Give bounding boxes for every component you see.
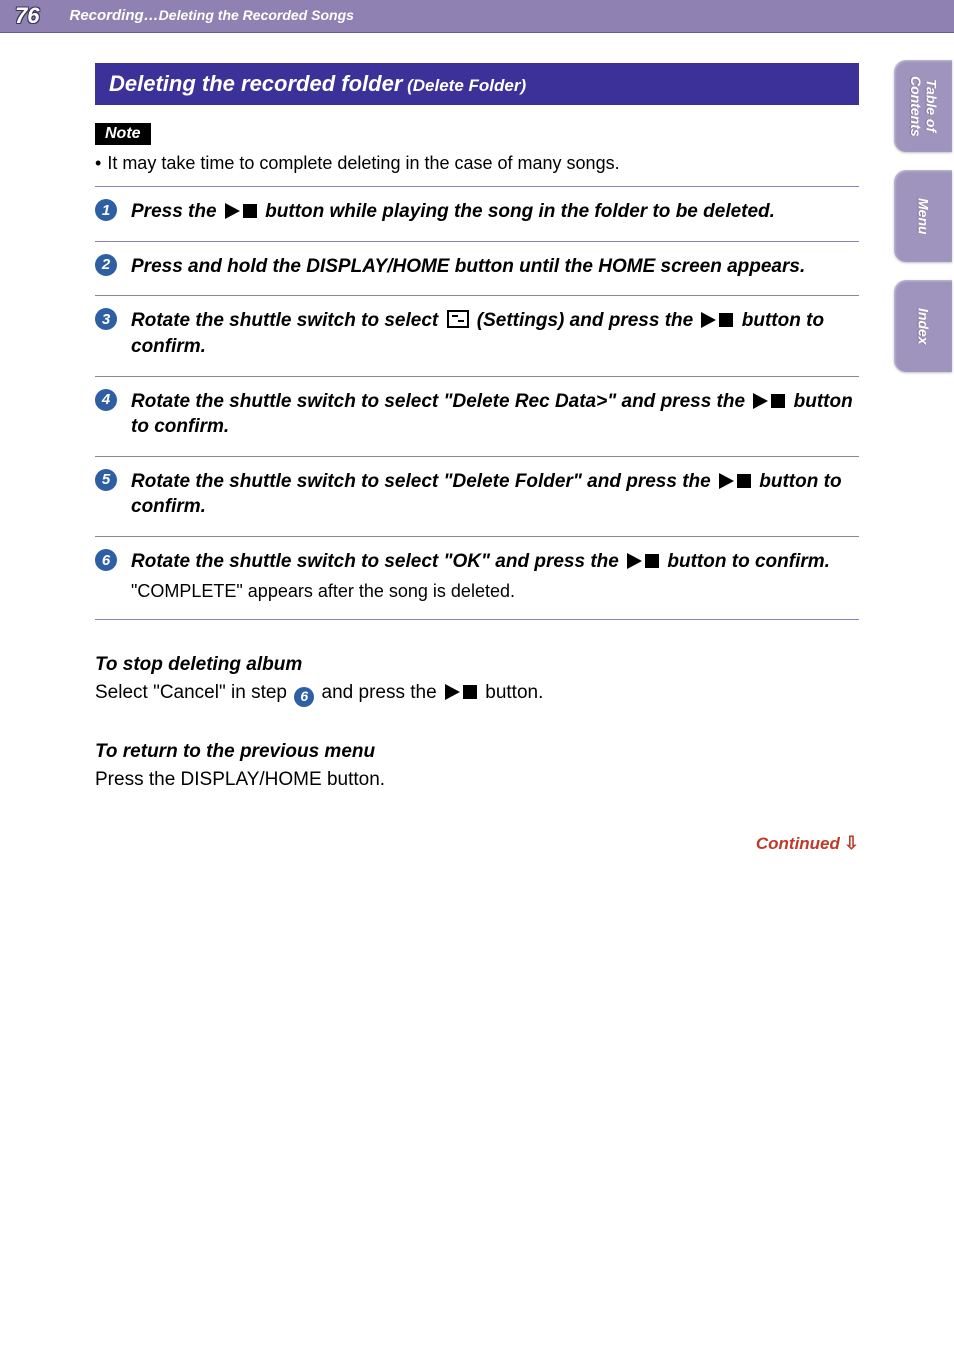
return-menu-heading: To return to the previous menu bbox=[95, 741, 859, 763]
continued-indicator: Continued⇩ bbox=[95, 833, 859, 854]
down-arrow-icon: ⇩ bbox=[844, 833, 859, 854]
tab-label: Index bbox=[915, 308, 930, 345]
settings-icon bbox=[447, 310, 469, 328]
step: 6 Rotate the shuttle switch to select "OK… bbox=[95, 537, 859, 620]
page-number: 76 bbox=[15, 3, 39, 29]
note-item: It may take time to complete deleting in… bbox=[95, 153, 859, 174]
step-number-badge: 6 bbox=[95, 549, 117, 571]
step-body: Rotate the shuttle switch to select "Del… bbox=[131, 389, 859, 440]
step-body: Press and hold the DISPLAY/HOME button u… bbox=[131, 254, 859, 280]
step-number-wrap: 2 bbox=[95, 254, 125, 276]
step-number-badge: 5 bbox=[95, 469, 117, 491]
stop-deleting-heading: To stop deleting album bbox=[95, 654, 859, 676]
play-stop-icon bbox=[753, 393, 785, 409]
tab-toc[interactable]: Table of Contents bbox=[894, 60, 952, 152]
step-number-badge: 1 bbox=[95, 199, 117, 221]
step-number-badge: 2 bbox=[95, 254, 117, 276]
step-number-badge: 4 bbox=[95, 389, 117, 411]
step: 1 Press the button while playing the song… bbox=[95, 187, 859, 242]
play-stop-icon bbox=[225, 203, 257, 219]
note-label: Note bbox=[95, 123, 151, 145]
step-list: 1 Press the button while playing the song… bbox=[95, 186, 859, 620]
tab-menu[interactable]: Menu bbox=[894, 170, 952, 262]
section-title-main: Deleting the recorded folder bbox=[109, 71, 402, 96]
step-number-badge: 3 bbox=[95, 308, 117, 330]
side-tabs: Table of Contents Menu Index bbox=[894, 60, 954, 372]
step-body: Rotate the shuttle switch to select "OK"… bbox=[131, 549, 859, 603]
step-number-wrap: 5 bbox=[95, 469, 125, 491]
stop-deleting-pre: Select "Cancel" in step bbox=[95, 682, 292, 703]
tab-label: Table of Contents bbox=[908, 60, 939, 152]
stop-deleting-body: Select "Cancel" in step 6 and press the … bbox=[95, 680, 859, 707]
step-result: "COMPLETE" appears after the song is del… bbox=[131, 579, 859, 603]
step-number-wrap: 6 bbox=[95, 549, 125, 571]
step: 3 Rotate the shuttle switch to select (Se… bbox=[95, 296, 859, 376]
section-title: Deleting the recorded folder (Delete Fol… bbox=[95, 63, 859, 105]
step: 2 Press and hold the DISPLAY/HOME button … bbox=[95, 242, 859, 297]
tab-label: Menu bbox=[915, 198, 930, 235]
stop-deleting-mid: and press the bbox=[316, 682, 442, 703]
step: 4 Rotate the shuttle switch to select "De… bbox=[95, 377, 859, 457]
breadcrumb: Recording…Deleting the Recorded Songs bbox=[69, 7, 353, 25]
play-stop-icon bbox=[701, 312, 733, 328]
step-number-wrap: 4 bbox=[95, 389, 125, 411]
step-number-wrap: 3 bbox=[95, 308, 125, 330]
page-header: 76 Recording…Deleting the Recorded Songs bbox=[0, 0, 954, 33]
play-stop-icon bbox=[627, 553, 659, 569]
content-area: Deleting the recorded folder (Delete Fol… bbox=[0, 33, 954, 854]
step-body: Rotate the shuttle switch to select "Del… bbox=[131, 469, 859, 520]
step-body: Press the button while playing the song … bbox=[131, 199, 859, 225]
stop-deleting-post: button. bbox=[480, 682, 543, 703]
tab-index[interactable]: Index bbox=[894, 280, 952, 372]
section-title-sub: (Delete Folder) bbox=[402, 76, 526, 95]
step-number-wrap: 1 bbox=[95, 199, 125, 221]
step: 5 Rotate the shuttle switch to select "De… bbox=[95, 457, 859, 537]
breadcrumb-sub: Deleting the Recorded Songs bbox=[159, 7, 354, 23]
step-ref-badge: 6 bbox=[294, 687, 314, 707]
breadcrumb-main: Recording… bbox=[69, 7, 158, 24]
play-stop-icon bbox=[719, 473, 751, 489]
continued-label: Continued bbox=[756, 834, 840, 853]
step-body: Rotate the shuttle switch to select (Set… bbox=[131, 308, 859, 359]
return-menu-body: Press the DISPLAY/HOME button. bbox=[95, 767, 859, 794]
play-stop-icon bbox=[445, 684, 477, 700]
